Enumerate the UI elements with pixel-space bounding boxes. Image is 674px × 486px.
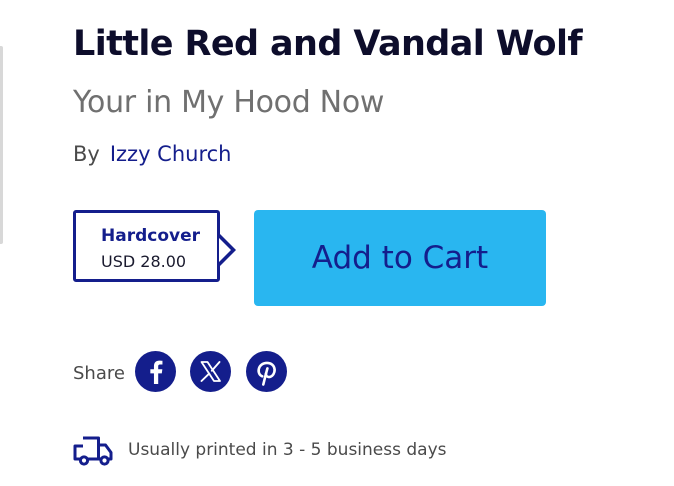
author-link[interactable]: Izzy Church — [110, 142, 232, 166]
add-to-cart-button[interactable]: Add to Cart — [254, 210, 546, 306]
pinterest-icon[interactable] — [246, 351, 287, 392]
left-edge-divider — [0, 46, 3, 244]
share-label: Share — [73, 363, 125, 384]
book-subtitle: Your in My Hood Now — [73, 85, 385, 120]
byline: By Izzy Church — [73, 139, 232, 169]
x-icon[interactable] — [190, 351, 231, 392]
truck-icon — [73, 432, 113, 468]
shipping-estimate-text: Usually printed in 3 - 5 business days — [128, 440, 447, 460]
product-detail-panel: Little Red and Vandal Wolf Your in My Ho… — [0, 0, 674, 486]
format-option-hardcover[interactable]: Hardcover USD 28.00 — [73, 210, 236, 282]
format-name: Hardcover — [101, 226, 201, 246]
by-label: By — [73, 142, 100, 166]
format-price: USD 28.00 — [101, 252, 187, 271]
facebook-icon[interactable] — [135, 351, 176, 392]
book-title: Little Red and Vandal Wolf — [73, 24, 583, 64]
